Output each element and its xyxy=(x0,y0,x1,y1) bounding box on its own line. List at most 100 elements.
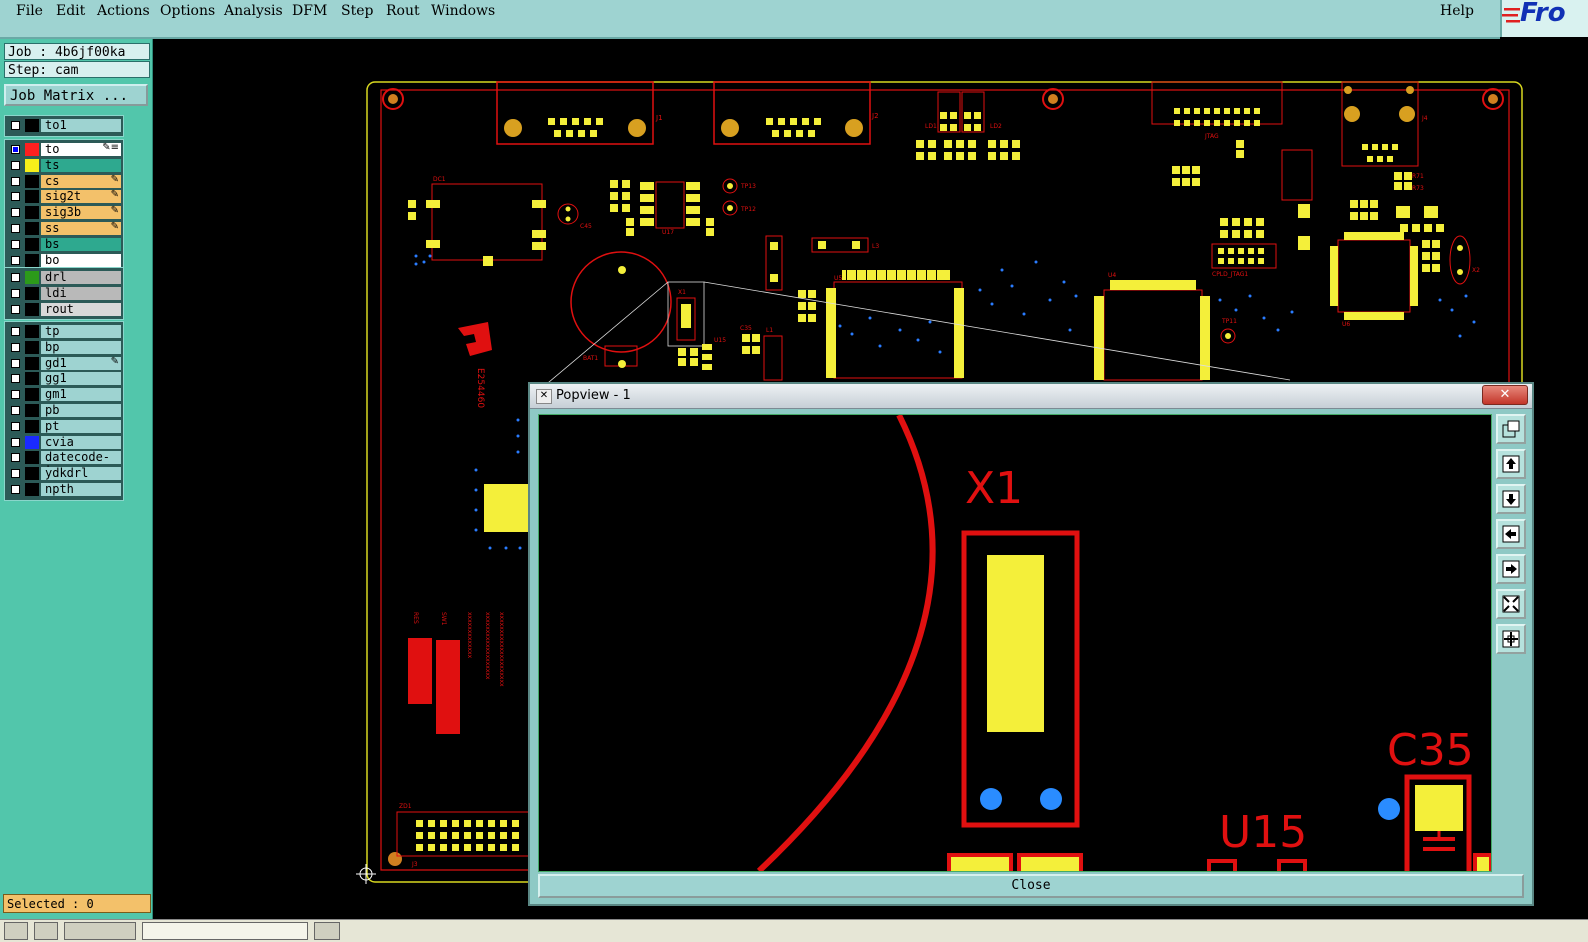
menu-options[interactable]: Options xyxy=(160,3,215,19)
layer-name[interactable]: ydkdrl xyxy=(41,467,121,481)
layer-name[interactable]: sig3b xyxy=(41,206,121,220)
layer-row-tp[interactable]: tp xyxy=(5,324,123,340)
popview-close-button[interactable]: Close xyxy=(538,874,1524,898)
layer-checkbox[interactable] xyxy=(11,374,20,384)
layer-color-swatch[interactable] xyxy=(25,340,39,354)
layer-color-swatch[interactable] xyxy=(25,388,39,402)
layer-name[interactable]: sig2t xyxy=(41,190,121,204)
layer-color-swatch[interactable] xyxy=(25,403,39,417)
menu-rout[interactable]: Rout xyxy=(386,3,420,19)
layer-name[interactable]: datecode-to xyxy=(41,451,121,477)
layer-name[interactable]: rout xyxy=(41,302,121,316)
layer-color-swatch[interactable] xyxy=(25,419,39,433)
layer-color-swatch[interactable] xyxy=(25,221,39,235)
layer-checkbox[interactable] xyxy=(11,145,20,154)
layer-name[interactable]: to1 xyxy=(41,119,121,132)
layer-name[interactable]: pt xyxy=(41,419,121,433)
layer-color-swatch[interactable] xyxy=(25,143,39,156)
layer-checkbox[interactable] xyxy=(11,223,20,233)
layer-checkbox[interactable] xyxy=(11,390,20,400)
layer-name[interactable]: pb xyxy=(41,403,121,417)
menu-dfm[interactable]: DFM xyxy=(292,3,327,19)
layer-checkbox[interactable] xyxy=(11,342,20,352)
layer-row-bo[interactable]: bo xyxy=(5,253,123,269)
popview-zoom-view[interactable]: X1 U15 C35 xyxy=(538,414,1492,872)
layer-row-ss[interactable]: ss ✎ xyxy=(5,221,123,237)
layer-checkbox[interactable] xyxy=(11,484,20,494)
menu-step[interactable]: Step xyxy=(341,3,373,19)
layer-color-swatch[interactable] xyxy=(25,237,39,251)
layer-color-swatch[interactable] xyxy=(25,206,39,220)
layer-row-sig2t[interactable]: sig2t ✎ xyxy=(5,189,123,205)
layer-color-swatch[interactable] xyxy=(25,271,39,284)
layer-color-swatch[interactable] xyxy=(25,174,39,188)
layer-name[interactable]: gm1 xyxy=(41,388,121,402)
menu-analysis[interactable]: Analysis xyxy=(224,3,283,19)
layer-checkbox[interactable] xyxy=(11,160,20,170)
layer-name[interactable]: ldi xyxy=(41,286,121,300)
zoom-window-icon[interactable] xyxy=(1496,414,1526,444)
layer-name[interactable]: bs xyxy=(41,237,121,251)
menu-edit[interactable]: Edit xyxy=(56,3,85,19)
layer-row-pb[interactable]: pb xyxy=(5,403,123,419)
layer-row-cs[interactable]: cs ✎ xyxy=(5,174,123,190)
layer-name[interactable]: gd1 xyxy=(41,356,121,370)
layer-name[interactable]: cvia xyxy=(41,435,121,449)
layer-row-datecode-to[interactable]: datecode-to xyxy=(5,450,123,477)
menu-actions[interactable]: Actions xyxy=(97,3,150,19)
layer-name[interactable]: drl xyxy=(41,271,121,284)
layer-color-swatch[interactable] xyxy=(25,253,39,267)
layer-name[interactable]: ss xyxy=(41,221,121,235)
layer-row-ydkdrl[interactable]: ydkdrl xyxy=(5,466,123,482)
layer-checkbox[interactable] xyxy=(11,288,20,298)
layer-row-ts[interactable]: ts xyxy=(5,158,123,174)
layer-name[interactable]: cs xyxy=(41,174,121,188)
layer-row-bp[interactable]: bp xyxy=(5,340,123,356)
pan-right-icon[interactable] xyxy=(1496,554,1526,584)
layer-color-swatch[interactable] xyxy=(25,435,39,449)
layer-row-ldi[interactable]: ldi xyxy=(5,286,123,302)
status-field-1[interactable] xyxy=(4,922,28,940)
status-field-4[interactable] xyxy=(142,922,308,940)
layer-row-bs[interactable]: bs xyxy=(5,237,123,253)
layer-row-sig3b[interactable]: sig3b ✎ xyxy=(5,205,123,221)
job-matrix-button[interactable]: Job Matrix ... xyxy=(4,84,148,106)
layer-color-swatch[interactable] xyxy=(25,325,39,338)
layer-checkbox[interactable] xyxy=(11,453,20,463)
window-close-button[interactable]: ✕ xyxy=(1482,385,1528,405)
layer-checkbox[interactable] xyxy=(11,121,20,130)
layer-checkbox[interactable] xyxy=(11,327,20,336)
layer-name[interactable]: bo xyxy=(41,253,121,267)
layer-checkbox[interactable] xyxy=(11,421,20,431)
layer-name[interactable]: ts xyxy=(41,158,121,172)
layer-color-swatch[interactable] xyxy=(25,482,39,496)
layer-checkbox[interactable] xyxy=(11,255,20,265)
status-field-3[interactable] xyxy=(64,922,136,940)
zoom-center-icon[interactable] xyxy=(1496,624,1526,654)
layer-row-pt[interactable]: pt xyxy=(5,419,123,435)
layer-row-to[interactable]: to ✎≡ xyxy=(5,142,123,158)
menu-windows[interactable]: Windows xyxy=(431,3,495,19)
status-field-5[interactable] xyxy=(314,922,340,940)
layer-name[interactable]: bp xyxy=(41,340,121,354)
pan-up-icon[interactable] xyxy=(1496,449,1526,479)
layer-checkbox[interactable] xyxy=(11,358,20,368)
layer-color-swatch[interactable] xyxy=(25,467,39,481)
zoom-fit-icon[interactable] xyxy=(1496,589,1526,619)
layer-checkbox[interactable] xyxy=(11,239,20,249)
layer-color-swatch[interactable] xyxy=(25,356,39,370)
layer-row-rout[interactable]: rout xyxy=(5,302,123,318)
layer-color-swatch[interactable] xyxy=(25,286,39,300)
layer-color-swatch[interactable] xyxy=(25,372,39,386)
pan-left-icon[interactable] xyxy=(1496,519,1526,549)
layer-row-gd1[interactable]: gd1 ✎ xyxy=(5,356,123,372)
layer-checkbox[interactable] xyxy=(11,437,20,447)
layer-color-swatch[interactable] xyxy=(25,158,39,172)
layer-name[interactable]: tp xyxy=(41,325,121,338)
pan-down-icon[interactable] xyxy=(1496,484,1526,514)
popview-titlebar[interactable]: ✕ Popview - 1 ✕ xyxy=(530,384,1532,409)
layer-checkbox[interactable] xyxy=(11,192,20,202)
layer-color-swatch[interactable] xyxy=(25,451,39,465)
layer-row-to1[interactable]: to1 xyxy=(5,118,123,134)
layer-row-drl[interactable]: drl xyxy=(5,270,123,286)
